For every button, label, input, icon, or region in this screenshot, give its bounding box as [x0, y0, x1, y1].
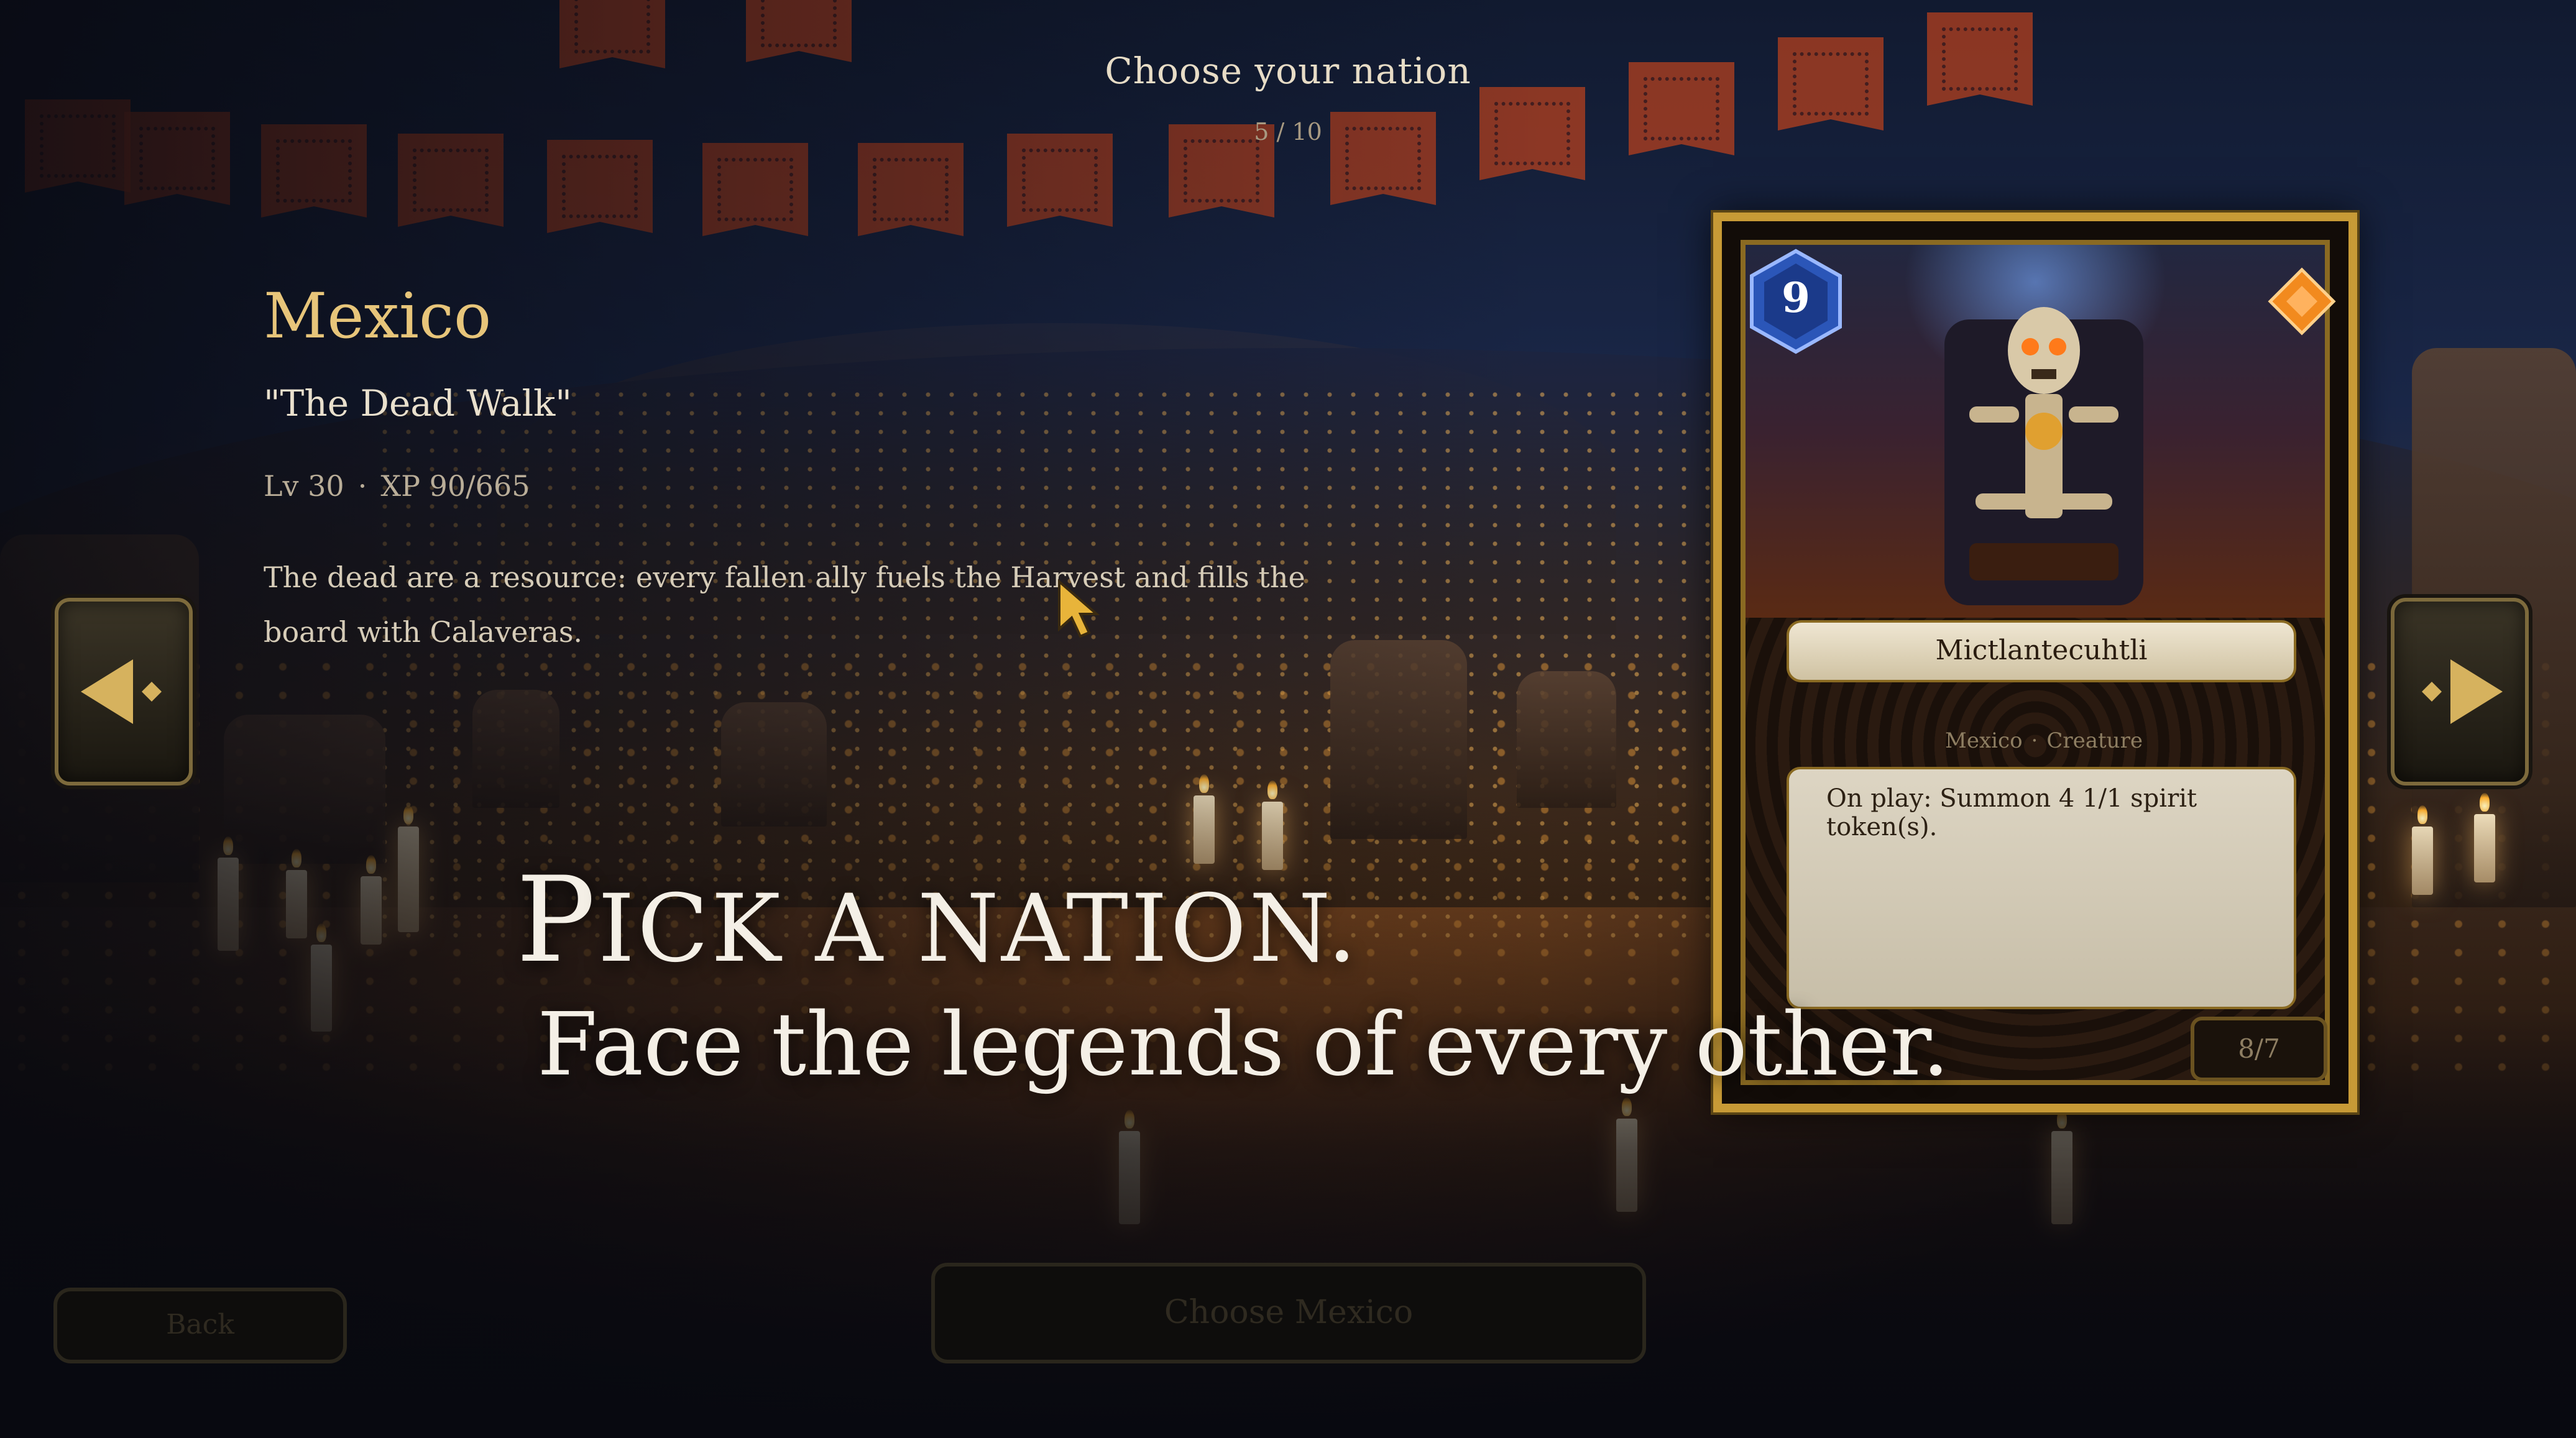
card-text-box: On play: Summon 4 1/1 spirit token(s). — [1787, 767, 2296, 1009]
back-button[interactable]: Back — [53, 1288, 347, 1363]
cursor-icon — [1058, 579, 1100, 638]
card-rules-text: On play: Summon 4 1/1 spirit token(s). — [1826, 784, 2197, 841]
nation-level: Lv 30 — [264, 469, 344, 503]
tagline-headline: PICK A NATION. — [516, 851, 1359, 989]
card-name: Mictlantecuhtli — [1787, 620, 2296, 682]
card-nation: Mexico — [1945, 728, 2023, 753]
arrow-left-icon — [81, 659, 162, 724]
skeleton-art — [1944, 307, 2143, 605]
tagline-rest: ICK A NATION. — [597, 875, 1359, 983]
mana-cost: 9 — [1782, 273, 1810, 322]
previous-nation-button[interactable] — [55, 598, 193, 785]
nation-counter: 5 / 10 — [1254, 118, 1322, 145]
separator-dot: · — [2031, 728, 2038, 753]
tagline-first-letter: P — [516, 851, 598, 989]
nation-xp: XP 90/665 — [380, 469, 530, 503]
card-stats: 8/7 — [2191, 1017, 2327, 1081]
screen-title: Choose your nation — [1105, 50, 1471, 92]
leader-card[interactable]: 9 Mictlantecuhtli Mexico · Creature On pla… — [1713, 213, 2357, 1112]
tagline-subline: Face the legends of every other. — [537, 994, 1950, 1096]
nation-name: Mexico — [264, 280, 492, 352]
next-nation-button[interactable] — [2391, 598, 2529, 785]
nation-progress: Lv 30 · XP 90/665 — [264, 469, 530, 503]
rarity-diamond-icon — [2268, 267, 2336, 336]
nation-motto: "The Dead Walk" — [264, 382, 572, 424]
choose-nation-button[interactable]: Choose Mexico — [931, 1263, 1646, 1363]
arrow-right-icon — [2422, 659, 2503, 724]
card-type-line: Mexico · Creature — [1722, 728, 2366, 753]
separator-dot: · — [357, 469, 367, 503]
nation-description: The dead are a resource: every fallen al… — [264, 561, 1305, 649]
card-type: Creature — [2046, 728, 2143, 753]
